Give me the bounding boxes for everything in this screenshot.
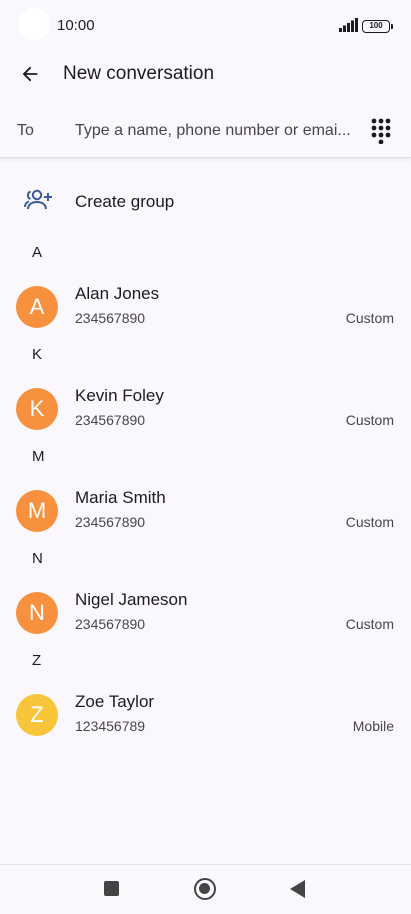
- to-label: To: [17, 122, 34, 139]
- contact-name: Kevin Foley: [75, 386, 164, 405]
- recipient-row: To: [0, 104, 411, 158]
- avatar-initial: M: [27, 498, 47, 523]
- group-add-icon: [24, 189, 52, 210]
- contact-row-nigel-jameson[interactable]: N Nigel Jameson 234567890 Custom: [0, 585, 411, 643]
- contact-number: 234567890: [75, 616, 146, 632]
- section-header-n: N: [32, 550, 43, 567]
- contact-row-kevin-foley[interactable]: K Kevin Foley 234567890 Custom: [0, 381, 411, 439]
- contact-name: Nigel Jameson: [75, 590, 188, 609]
- avatar: K: [16, 388, 58, 430]
- avatar-initial: N: [29, 600, 45, 625]
- arrow-back-icon: [22, 66, 38, 82]
- camera-cutout: [18, 8, 50, 40]
- avatar-initial: A: [29, 294, 45, 319]
- contact-number: 234567890: [75, 514, 146, 530]
- recipient-input[interactable]: [75, 119, 360, 143]
- avatar-initial: Z: [30, 702, 44, 727]
- avatar: M: [16, 490, 58, 532]
- contact-name: Alan Jones: [75, 284, 160, 303]
- contact-number: 234567890: [75, 412, 146, 428]
- back-button[interactable]: [12, 56, 48, 92]
- system-navigation-bar: [0, 864, 411, 914]
- recents-button[interactable]: [104, 881, 119, 896]
- contact-number-type: Custom: [345, 514, 394, 530]
- system-back-button[interactable]: [290, 880, 305, 898]
- contact-row-alan-jones[interactable]: A Alan Jones 234567890 Custom: [0, 279, 411, 337]
- section-header-a: A: [32, 244, 43, 261]
- contact-number-type: Custom: [345, 412, 394, 428]
- home-button[interactable]: [194, 878, 216, 900]
- section-header-k: K: [32, 346, 43, 363]
- section-header-m: M: [32, 448, 45, 465]
- contact-row-zoe-taylor[interactable]: Z Zoe Taylor 123456789 Mobile: [0, 687, 411, 745]
- contact-number-type: Custom: [345, 616, 394, 632]
- section-header-z: Z: [32, 652, 42, 669]
- contact-name: Zoe Taylor: [75, 692, 155, 711]
- signal-icon: [339, 18, 358, 32]
- avatar-initial: K: [29, 396, 45, 421]
- contact-number: 123456789: [75, 718, 146, 734]
- contact-number-type: Custom: [345, 310, 394, 326]
- status-time: 10:00: [57, 17, 95, 34]
- app-bar: New conversation: [0, 52, 411, 96]
- contact-number: 234567890: [75, 310, 146, 326]
- status-bar: 10:00 100: [0, 0, 411, 52]
- contact-name: Maria Smith: [75, 488, 166, 507]
- avatar: Z: [16, 694, 58, 736]
- create-group-label: Create group: [75, 192, 175, 211]
- page-title: New conversation: [63, 63, 215, 84]
- contact-number-type: Mobile: [352, 718, 394, 734]
- avatar: N: [16, 592, 58, 634]
- create-group-button[interactable]: Create group: [0, 178, 411, 224]
- battery-level: 100: [369, 21, 383, 30]
- battery-icon: 100: [362, 20, 393, 33]
- dialpad-icon: [371, 118, 391, 144]
- contact-row-maria-smith[interactable]: M Maria Smith 234567890 Custom: [0, 483, 411, 541]
- dialpad-button[interactable]: [365, 115, 397, 147]
- avatar: A: [16, 286, 58, 328]
